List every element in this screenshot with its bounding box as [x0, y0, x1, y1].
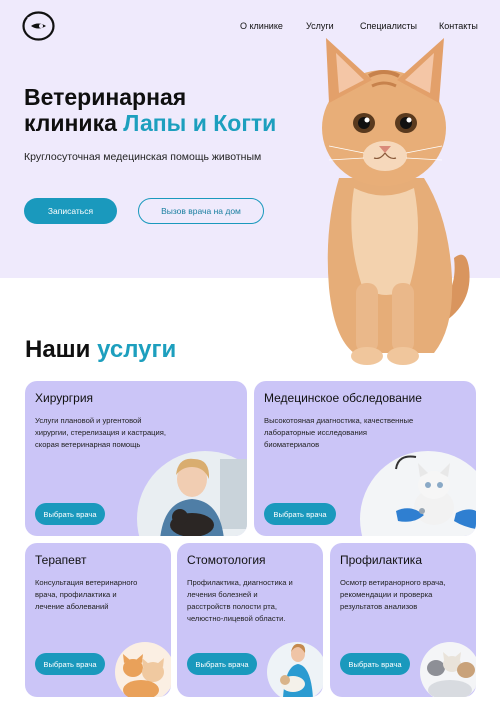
choose-doctor-button[interactable]: Выбрать врача: [340, 653, 410, 675]
home-visit-button[interactable]: Вызов врача на дом: [138, 198, 264, 224]
vet-holding-cat-image: [137, 451, 247, 536]
card-desc-line: хирургии, стерелизация и кастрация,: [35, 428, 166, 437]
choose-doctor-button[interactable]: Выбрать врача: [35, 503, 105, 525]
service-card-exam[interactable]: Медецинское обследование Высокотояная ди…: [254, 381, 476, 536]
card-desc-line: Осмотр ветиранорного врача,: [340, 578, 446, 587]
service-card-surgery[interactable]: Хирургрия Услуги плановой и ургентовой х…: [25, 381, 247, 536]
card-title: Профилактика: [340, 553, 422, 567]
card-desc-line: Высокотояная диагностика, качественные: [264, 416, 414, 425]
card-desc-line: лабораторные исследования: [264, 428, 368, 437]
choose-doctor-button[interactable]: Выбрать врача: [35, 653, 105, 675]
card-desc-line: Профилактика, диагностика и: [187, 578, 293, 587]
card-description: Услуги плановой и ургентовой хирургии, с…: [35, 415, 166, 451]
service-card-dentistry[interactable]: Стомотология Профилактика, диагностика и…: [177, 543, 323, 697]
service-card-prevention[interactable]: Профилактика Осмотр ветиранорного врача,…: [330, 543, 476, 697]
choose-doctor-button[interactable]: Выбрать врача: [264, 503, 336, 525]
services-title: Наши услуги: [25, 336, 176, 364]
services-title-accent: услуги: [97, 336, 177, 363]
card-desc-line: лечение аболеваний: [35, 602, 109, 611]
card-desc-line: расстройств полости рта,: [187, 602, 277, 611]
card-title: Хирургрия: [35, 391, 94, 405]
book-button[interactable]: Записаться: [24, 198, 117, 224]
kitten-image: [322, 38, 470, 365]
card-title: Терапевт: [35, 553, 87, 567]
services-title-plain: Наши: [25, 336, 98, 363]
service-card-therapist[interactable]: Терапевт Консультация ветеринарного врач…: [25, 543, 171, 697]
card-description: Консультация ветеринарного врача, профил…: [35, 577, 137, 613]
card-desc-line: Услуги плановой и ургентовой: [35, 416, 142, 425]
hero-title-line1: Ветеринарная: [24, 84, 187, 110]
card-title: Медецинское обследование: [264, 391, 422, 405]
nav-item-about[interactable]: О клинике: [240, 21, 283, 31]
kittens-group-image: [420, 642, 476, 697]
card-desc-line: лечения болезней и: [187, 590, 258, 599]
vet-with-dog-image: [267, 642, 323, 697]
card-title: Стомотология: [187, 553, 266, 567]
hero-subtitle: Круглосуточная медецинская помощь животн…: [24, 151, 262, 163]
card-desc-line: результатов анализов: [340, 602, 418, 611]
kittens-image: [115, 642, 171, 697]
hero-title-plain: клиника: [24, 110, 124, 136]
card-description: Профилактика, диагностика и лечения боле…: [187, 577, 293, 625]
card-desc-line: рекомендации и проверка: [340, 590, 433, 599]
card-description: Осмотр ветиранорного врача, рекомендации…: [340, 577, 445, 613]
vet-examining-kitten-image: [360, 451, 476, 536]
card-desc-line: челюстно-лицевой области.: [187, 614, 286, 623]
card-desc-line: врача, профилактика и: [35, 590, 117, 599]
card-desc-line: Консультация ветеринарного: [35, 578, 138, 587]
hero-title: Ветеринарная клиника Лапы и Когти: [24, 84, 276, 136]
hero-title-accent: Лапы и Когти: [123, 110, 277, 136]
choose-doctor-button[interactable]: Выбрать врача: [187, 653, 257, 675]
card-description: Высокотояная диагностика, качественные л…: [264, 415, 413, 451]
